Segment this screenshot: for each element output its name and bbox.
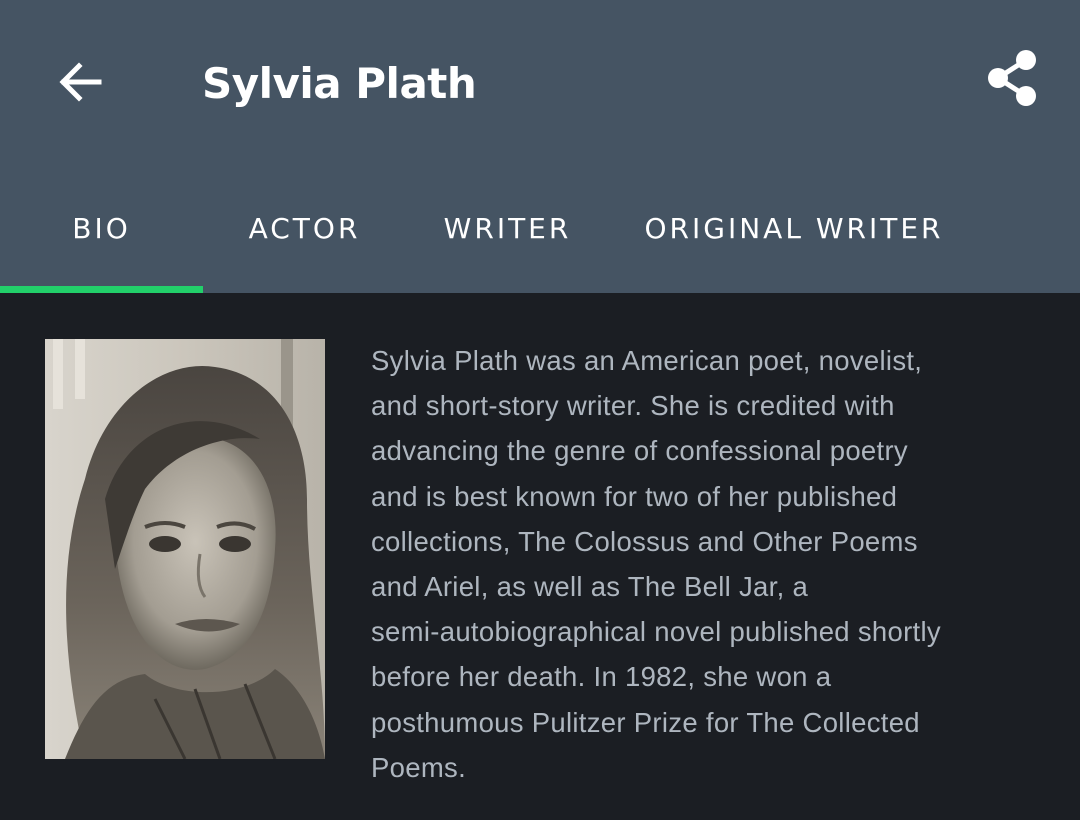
tab-bar: BIO ACTOR WRITER ORIGINAL WRITER: [0, 180, 1080, 293]
portrait-image: [45, 339, 325, 759]
portrait-photo: [45, 339, 325, 759]
tab-bio[interactable]: BIO: [0, 180, 203, 293]
tab-label: ACTOR: [248, 212, 361, 245]
app-bar: Sylvia Plath BIO ACTOR WRITER ORIGINAL W…: [0, 0, 1080, 293]
tab-writer[interactable]: WRITER: [406, 180, 609, 293]
tab-label: WRITER: [443, 212, 572, 245]
page-title: Sylvia Plath: [202, 59, 477, 108]
share-button[interactable]: [976, 42, 1048, 114]
tab-original-writer[interactable]: ORIGINAL WRITER: [609, 180, 979, 293]
share-icon: [988, 50, 1036, 106]
bio-text: Sylvia Plath was an American poet, novel…: [371, 345, 941, 783]
back-button[interactable]: [44, 46, 116, 118]
arrow-left-icon: [59, 62, 102, 102]
tab-label: BIO: [72, 212, 131, 245]
selected-tab-indicator: [0, 286, 203, 293]
person-detail-screen: Sylvia Plath BIO ACTOR WRITER ORIGINAL W…: [0, 0, 1080, 820]
tab-label: ORIGINAL WRITER: [644, 212, 944, 245]
tab-actor[interactable]: ACTOR: [203, 180, 406, 293]
